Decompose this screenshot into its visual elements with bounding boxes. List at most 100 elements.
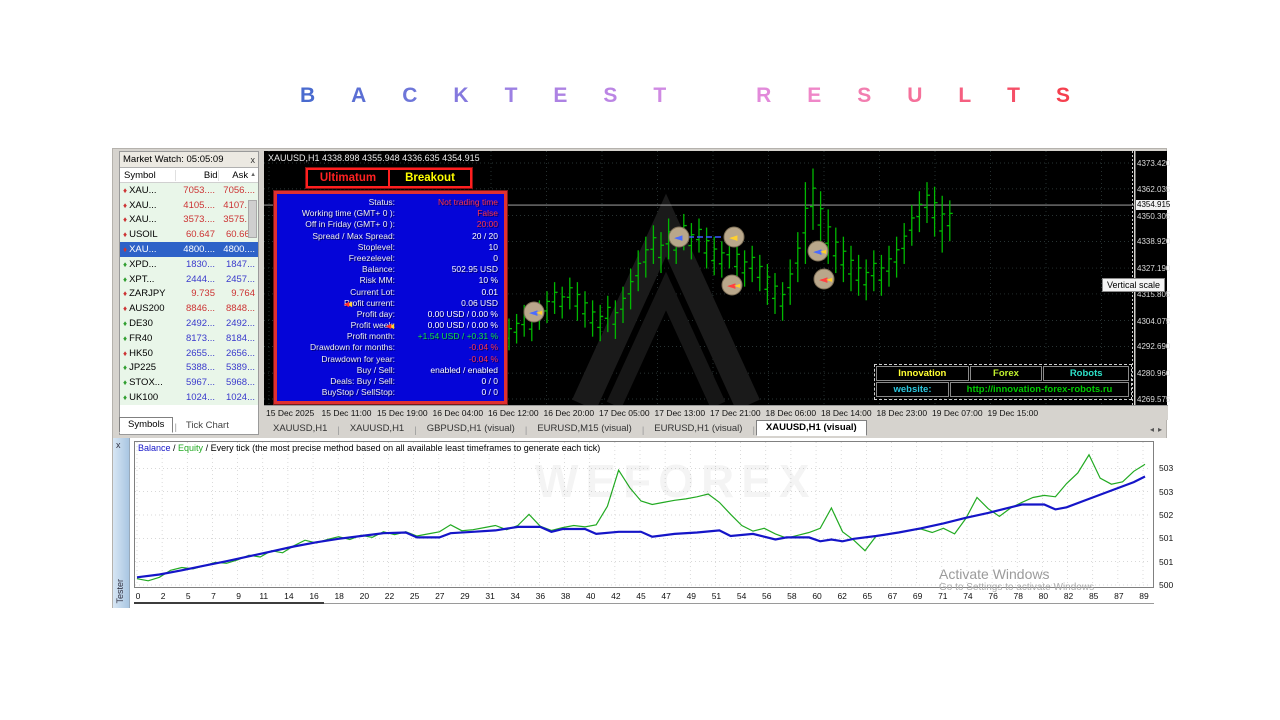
title-letter: S bbox=[1056, 84, 1070, 108]
ea-row-label: Profit month: bbox=[277, 331, 395, 342]
x-axis-label: 40 bbox=[586, 591, 595, 601]
chart-tab[interactable]: EURUSD,M15 (visual) bbox=[528, 422, 641, 436]
market-watch-row[interactable]: ♦XAU...4105....4107.... bbox=[120, 198, 258, 213]
close-icon[interactable]: x bbox=[251, 155, 256, 165]
ea-panel-row: Spread / Max Spread:20 / 20 bbox=[277, 231, 504, 242]
market-watch-row[interactable]: ♦UK1001024...1024... bbox=[120, 390, 258, 405]
ea-buttons: UltimatumBreakout bbox=[306, 168, 472, 188]
x-axis-label: 60 bbox=[812, 591, 821, 601]
chart-tab[interactable]: XAUUSD,H1 (visual) bbox=[756, 420, 867, 436]
tester-panel: x Tester Balance / Equity / Every tick (… bbox=[113, 438, 1168, 608]
title-letter: T bbox=[1007, 84, 1020, 108]
market-watch-row[interactable]: ♦XPT...2444...2457... bbox=[120, 272, 258, 287]
bid-cell: 8173... bbox=[175, 333, 215, 344]
y-axis-label: 502 bbox=[1159, 510, 1173, 520]
ea-button-breakout[interactable]: Breakout bbox=[388, 170, 470, 186]
title-letter: R bbox=[756, 84, 771, 108]
chart-tab[interactable]: GBPUSD,H1 (visual) bbox=[418, 422, 524, 436]
time-axis-label: 16 Dec 20:00 bbox=[544, 408, 595, 418]
time-axis-label: 19 Dec 07:00 bbox=[932, 408, 983, 418]
market-watch-row[interactable]: ♦XAU...3573....3575.... bbox=[120, 213, 258, 228]
x-axis-label: 20 bbox=[360, 591, 369, 601]
title-letter: A bbox=[351, 84, 366, 108]
market-watch-row[interactable]: ♦STOX...5967...5968... bbox=[120, 375, 258, 390]
time-axis-label: 19 Dec 15:00 bbox=[988, 408, 1039, 418]
tab-separator: | bbox=[752, 425, 754, 436]
chart-tab[interactable]: XAUUSD,H1 bbox=[341, 422, 413, 436]
market-watch-row[interactable]: ♦JP2255388...5389... bbox=[120, 361, 258, 376]
trade-arrow-secondary-icon: ◄ bbox=[536, 308, 543, 317]
ea-row-value: 0.01 bbox=[395, 287, 504, 298]
market-watch-row[interactable]: ♦AUS2008846...8848... bbox=[120, 301, 258, 316]
market-watch-row[interactable]: ♦XPD...1830...1847... bbox=[120, 257, 258, 272]
scrollbar-thumb[interactable] bbox=[248, 200, 257, 238]
market-watch-rows: ♦XAU...7053....7056....♦XAU...4105....41… bbox=[120, 183, 258, 405]
market-watch-row[interactable]: ♦XAU...4800....4800.... bbox=[120, 242, 258, 257]
tab-separator: | bbox=[525, 425, 527, 436]
bid-cell: 7053.... bbox=[175, 185, 215, 196]
main-chart[interactable]: ◄◄◄◄◄◄◄◄◄◄ XAUUSD,H1 4338.898 4355.948 4… bbox=[264, 151, 1134, 405]
market-watch-row[interactable]: ♦FR408173...8184... bbox=[120, 331, 258, 346]
up-marker-icon: ♦ bbox=[123, 260, 127, 269]
price-tick-label: 4350.305 bbox=[1137, 212, 1170, 221]
bid-cell: 5388... bbox=[175, 362, 215, 373]
ea-panel-row: Stoplevel:10 bbox=[277, 242, 504, 253]
x-axis-label: 51 bbox=[712, 591, 721, 601]
bid-cell: 1024... bbox=[175, 392, 215, 403]
tester-hscroll[interactable] bbox=[134, 602, 1154, 605]
time-axis-label: 15 Dec 19:00 bbox=[377, 408, 428, 418]
trade-arrow-icon: ◄ bbox=[674, 231, 683, 244]
trade-arrow-secondary-icon: ◄ bbox=[826, 275, 833, 284]
x-axis-label: 36 bbox=[536, 591, 545, 601]
market-watch-tabs: Symbols|Tick Chart bbox=[119, 416, 259, 433]
info-table: InnovationForexRobotswebsite:http://inno… bbox=[874, 364, 1132, 400]
scroll-up-icon[interactable]: ▲ bbox=[248, 172, 258, 178]
ea-panel-row: Risk MM:10 % bbox=[277, 275, 504, 286]
ea-button-ultimatum[interactable]: Ultimatum bbox=[308, 170, 388, 186]
x-axis-label: 58 bbox=[787, 591, 796, 601]
price-tick-label: 4338.920 bbox=[1137, 237, 1170, 246]
title-letter: S bbox=[857, 84, 871, 108]
symbol-name: USOIL bbox=[129, 229, 158, 240]
tab-nav-arrows[interactable]: ◂▸ bbox=[1150, 425, 1166, 434]
ea-row-value: Not trading time bbox=[395, 197, 504, 208]
ea-row-label: Drawdown for months: bbox=[277, 342, 395, 353]
market-watch-tab-tick-chart[interactable]: Tick Chart bbox=[178, 419, 237, 433]
symbol-cell: ♦XAU... bbox=[120, 185, 175, 196]
up-marker-icon: ♦ bbox=[123, 378, 127, 387]
chart-tab[interactable]: XAUUSD,H1 bbox=[264, 422, 336, 436]
symbol-cell: ♦JP225 bbox=[120, 362, 175, 373]
market-watch-tab-symbols[interactable]: Symbols bbox=[119, 417, 173, 433]
symbol-cell: ♦USOIL bbox=[120, 229, 175, 240]
ea-panel-row: Drawdown for year:-0.04 % bbox=[277, 354, 504, 365]
hscroll-thumb[interactable] bbox=[134, 602, 324, 604]
x-axis-label: 16 bbox=[309, 591, 318, 601]
activate-windows-line2: Go to Settings to activate Windows bbox=[939, 582, 1094, 593]
time-axis-label: 15 Dec 11:00 bbox=[322, 408, 372, 418]
market-watch-row[interactable]: ♦DE302492...2492... bbox=[120, 316, 258, 331]
down-marker-icon: ♦ bbox=[123, 349, 127, 358]
market-watch-row[interactable]: ♦USOIL60.64760.660 bbox=[120, 227, 258, 242]
market-watch-row[interactable]: ♦HK502655...2656... bbox=[120, 346, 258, 361]
legend-part: / Every tick (the most precise method ba… bbox=[203, 443, 600, 453]
ea-row-value: 0.00 USD / 0.00 % bbox=[395, 320, 504, 331]
market-watch-row[interactable]: ♦ZARJPY9.7359.764 bbox=[120, 287, 258, 302]
market-watch-row[interactable]: ♦XAU...7053....7056.... bbox=[120, 183, 258, 198]
x-axis-label: 31 bbox=[485, 591, 494, 601]
ask-cell: 2457... bbox=[215, 274, 257, 285]
market-watch-panel: Market Watch: 05:05:09 x Symbol Bid Ask … bbox=[119, 151, 259, 435]
ea-panel-row: Deals: Buy / Sell:0 / 0 bbox=[277, 376, 504, 387]
close-icon[interactable]: x bbox=[116, 440, 121, 450]
vertical-scale-tooltip: Vertical scale bbox=[1102, 278, 1165, 292]
x-axis-label: 29 bbox=[460, 591, 469, 601]
ask-cell: 4800.... bbox=[215, 244, 257, 255]
tab-separator: | bbox=[414, 425, 416, 436]
x-axis-label: 22 bbox=[385, 591, 394, 601]
time-axis[interactable]: 15 Dec 202515 Dec 11:0015 Dec 19:0016 De… bbox=[264, 405, 1168, 420]
x-axis-label: 54 bbox=[737, 591, 746, 601]
chart-tab[interactable]: EURUSD,H1 (visual) bbox=[645, 422, 751, 436]
x-axis-label: 89 bbox=[1139, 591, 1148, 601]
ea-panel-row: Profit current:0.06 USD bbox=[277, 298, 504, 309]
ea-row-label: Buy / Sell: bbox=[277, 365, 395, 376]
up-marker-icon: ♦ bbox=[123, 393, 127, 402]
